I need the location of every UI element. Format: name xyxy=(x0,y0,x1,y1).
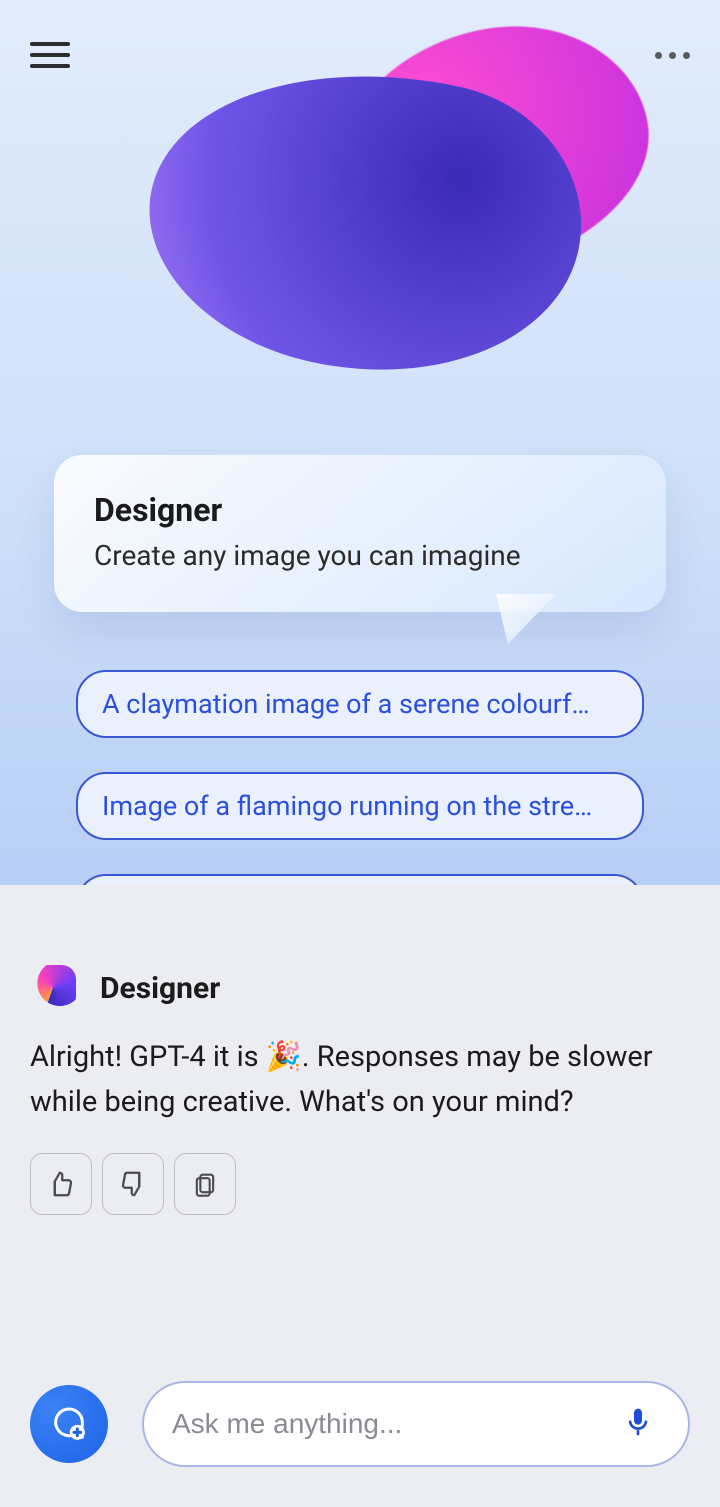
new-topic-button[interactable] xyxy=(30,1385,108,1463)
thumbs-up-icon xyxy=(46,1169,76,1199)
suggestion-pill[interactable]: Image of a flamingo running on the stre… xyxy=(76,772,644,840)
microphone-icon xyxy=(622,1406,654,1438)
message-body: Alright! GPT-4 it is 🎉. Responses may be… xyxy=(30,1035,690,1125)
thumbs-up-button[interactable] xyxy=(30,1153,92,1215)
intro-title: Designer xyxy=(94,491,626,529)
ask-input-container[interactable] xyxy=(142,1381,690,1467)
top-bar xyxy=(0,0,720,80)
copy-button[interactable] xyxy=(174,1153,236,1215)
more-options-icon[interactable] xyxy=(655,52,690,59)
message-sender: Designer xyxy=(100,971,220,1006)
feedback-row xyxy=(30,1153,690,1215)
thumbs-down-icon xyxy=(118,1169,148,1199)
microphone-button[interactable] xyxy=(616,1400,660,1448)
input-bar xyxy=(0,1351,720,1507)
intro-card: Designer Create any image you can imagin… xyxy=(54,455,666,612)
thumbs-down-button[interactable] xyxy=(102,1153,164,1215)
copy-icon xyxy=(191,1170,219,1198)
menu-icon[interactable] xyxy=(30,35,70,75)
intro-subtitle: Create any image you can imagine xyxy=(94,539,626,572)
message-header: Designer xyxy=(30,965,690,1011)
new-chat-icon xyxy=(49,1404,89,1444)
suggestion-pill[interactable]: A claymation image of a serene colourf… xyxy=(76,670,644,738)
ask-input[interactable] xyxy=(172,1408,616,1440)
hero-section: Designer Create any image you can imagin… xyxy=(0,0,720,885)
chat-area: Designer Alright! GPT-4 it is 🎉. Respons… xyxy=(0,885,720,1351)
designer-logo-icon xyxy=(30,965,76,1011)
